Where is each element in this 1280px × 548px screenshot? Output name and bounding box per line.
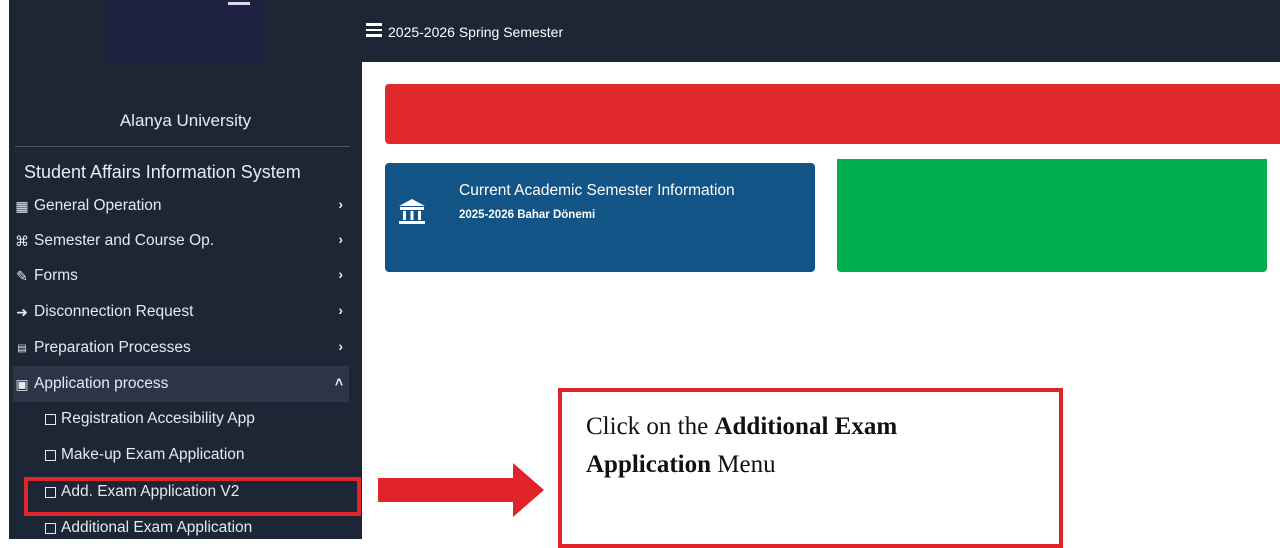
square-icon <box>45 413 56 425</box>
sidebar-item-general-operation[interactable]: ▦ General Operation › <box>13 188 349 224</box>
green-info-card <box>837 159 1267 272</box>
sign-out-icon: ➜ <box>16 303 28 320</box>
chevron-up-icon: ˄ <box>334 374 343 390</box>
alert-banner <box>385 84 1280 144</box>
university-logo[interactable] <box>108 0 263 61</box>
logo-mark <box>228 2 250 5</box>
sidebar-item-label: Disconnection Request <box>34 303 194 320</box>
sidebar: Alanya University Student Affairs Inform… <box>9 0 362 539</box>
callout-text: Click on the Additional Exam Application… <box>586 408 1026 484</box>
sidebar-item-disconnection-request[interactable]: ➜ Disconnection Request › <box>13 294 349 330</box>
sidebar-item-label: General Operation <box>34 197 162 214</box>
network-icon: ⌘ <box>15 232 29 249</box>
sidebar-item-forms[interactable]: ✎ Forms › <box>13 258 349 294</box>
university-building-icon <box>399 199 425 224</box>
submenu-item-label: Make-up Exam Application <box>61 446 245 463</box>
left-edge <box>0 0 9 539</box>
chevron-right-icon: › <box>338 196 343 212</box>
chevron-right-icon: › <box>338 231 343 247</box>
sidebar-item-preparation-processes[interactable]: ▤ Preparation Processes › <box>13 330 349 366</box>
red-arrow-icon <box>378 463 544 517</box>
academic-semester-card: Current Academic Semester Information 20… <box>385 163 815 272</box>
submenu-item-label: Registration Accesibility App <box>61 410 255 427</box>
sidebar-item-label: Application process <box>34 375 169 392</box>
semester-title: 2025-2026 Spring Semester <box>388 24 564 40</box>
edit-form-icon: ✎ <box>16 267 28 284</box>
sidebar-item-application-process[interactable]: ▣ Application process ˄ <box>13 366 349 402</box>
chevron-right-icon: › <box>338 338 343 354</box>
submenu-item-makeup-exam[interactable]: Make-up Exam Application <box>45 438 245 472</box>
highlight-rectangle <box>24 477 361 516</box>
top-bar: 2025-2026 Spring Semester <box>362 0 1280 62</box>
sidebar-item-semester-course[interactable]: ⌘ Semester and Course Op. › <box>13 223 349 259</box>
instruction-callout: Click on the Additional Exam Application… <box>558 388 1063 548</box>
card-subtitle: 2025-2026 Bahar Dönemi <box>459 209 596 221</box>
chevron-right-icon: › <box>338 302 343 318</box>
sidebar-item-label: Forms <box>34 267 78 284</box>
square-icon <box>45 522 56 534</box>
sidebar-item-label: Preparation Processes <box>34 339 191 356</box>
square-icon <box>45 449 56 461</box>
callout-prefix: Click on the <box>586 413 715 440</box>
chevron-right-icon: › <box>338 266 343 282</box>
system-title: Student Affairs Information System <box>24 162 301 182</box>
sidebar-item-label: Semester and Course Op. <box>34 232 215 249</box>
submenu-item-registration-accessibility[interactable]: Registration Accesibility App <box>45 402 255 436</box>
id-card-icon: ▣ <box>15 375 29 392</box>
card-title: Current Academic Semester Information <box>459 182 735 199</box>
submenu-item-label: Additional Exam Application <box>61 519 253 536</box>
ab-icon: ▤ <box>17 342 27 354</box>
sidebar-divider <box>15 146 350 147</box>
callout-suffix: Menu <box>711 451 776 478</box>
hamburger-menu-icon[interactable] <box>366 23 382 37</box>
table-icon: ▦ <box>15 197 29 214</box>
university-name: Alanya University <box>119 111 252 130</box>
